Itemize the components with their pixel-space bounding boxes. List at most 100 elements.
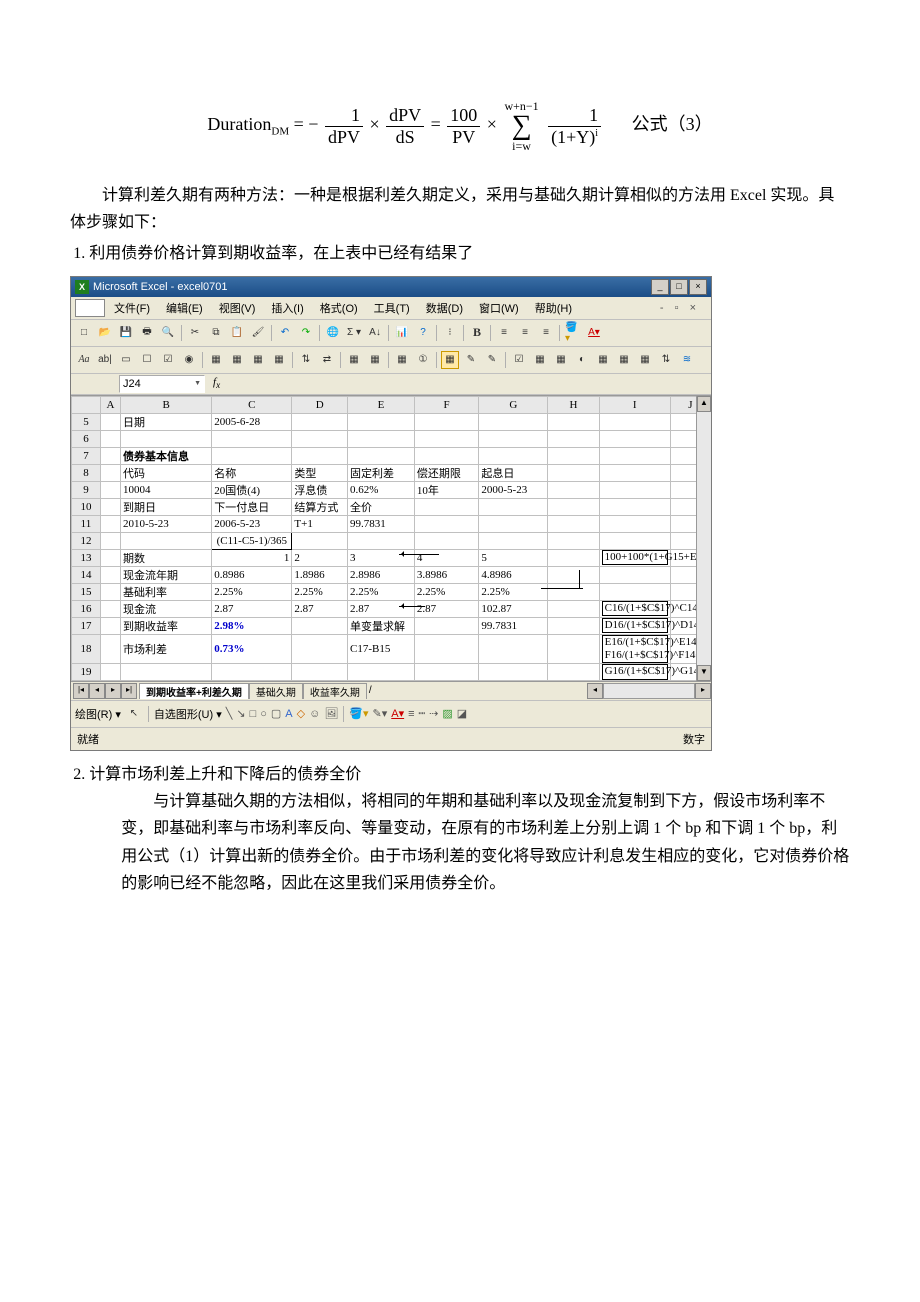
cell[interactable] bbox=[120, 532, 211, 549]
cell[interactable] bbox=[100, 498, 120, 515]
oval-icon[interactable]: ○ bbox=[260, 708, 267, 720]
cell[interactable] bbox=[100, 464, 120, 481]
cell[interactable]: 2 bbox=[292, 549, 348, 566]
cell[interactable]: 4 bbox=[414, 549, 479, 566]
cell[interactable] bbox=[348, 663, 415, 680]
sort-asc-icon[interactable]: A↓ bbox=[366, 324, 384, 342]
cell[interactable]: 2.25% bbox=[414, 583, 479, 600]
cell[interactable] bbox=[548, 634, 599, 663]
cell[interactable] bbox=[292, 634, 348, 663]
cell[interactable]: 2.25% bbox=[479, 583, 548, 600]
menu-tools[interactable]: 工具(T) bbox=[367, 299, 417, 317]
menu-view[interactable]: 视图(V) bbox=[212, 299, 263, 317]
cell[interactable] bbox=[414, 634, 479, 663]
cell[interactable] bbox=[348, 447, 415, 464]
shadow-icon[interactable]: ▨ bbox=[442, 707, 452, 720]
cell[interactable] bbox=[212, 447, 292, 464]
cell[interactable] bbox=[548, 532, 599, 549]
cell[interactable] bbox=[100, 617, 120, 634]
cell[interactable] bbox=[414, 430, 479, 447]
cell[interactable] bbox=[479, 498, 548, 515]
cell[interactable] bbox=[599, 464, 670, 481]
cell[interactable] bbox=[479, 634, 548, 663]
cell[interactable] bbox=[548, 447, 599, 464]
wordart-icon[interactable]: A bbox=[285, 708, 292, 720]
cell[interactable] bbox=[548, 617, 599, 634]
cell[interactable]: 类型 bbox=[292, 464, 348, 481]
horiz-scrollbar[interactable]: ◂▸ bbox=[587, 684, 711, 698]
cell[interactable]: 起息日 bbox=[479, 464, 548, 481]
cell[interactable]: 2000-5-23 bbox=[479, 481, 548, 498]
cell[interactable] bbox=[120, 430, 211, 447]
preview-icon[interactable]: 🔍 bbox=[159, 324, 177, 342]
cell[interactable] bbox=[414, 498, 479, 515]
cell[interactable]: E16/(1+$C$17)^E14+ F16/(1+$C$17)^F14+ bbox=[599, 634, 670, 663]
cell[interactable] bbox=[414, 413, 479, 430]
font-color-icon[interactable]: A▾ bbox=[585, 324, 603, 342]
cell[interactable]: C17-B15 bbox=[348, 634, 415, 663]
help-icon[interactable]: ? bbox=[414, 324, 432, 342]
row-header[interactable]: 13 bbox=[72, 549, 101, 566]
col-header[interactable]: H bbox=[548, 396, 599, 413]
close-button[interactable]: × bbox=[689, 279, 707, 295]
cell[interactable]: 2.8986 bbox=[348, 566, 415, 583]
cell[interactable] bbox=[479, 663, 548, 680]
tab-first-icon[interactable]: |◂ bbox=[73, 683, 89, 699]
cell[interactable]: 现金流年期 bbox=[120, 566, 211, 583]
diagram-icon[interactable]: ◇ bbox=[297, 707, 305, 720]
maximize-button[interactable]: □ bbox=[670, 279, 688, 295]
line-icon[interactable]: ╲ bbox=[226, 707, 233, 720]
tab-last-icon[interactable]: ▸| bbox=[121, 683, 137, 699]
cell[interactable]: 10年 bbox=[414, 481, 479, 498]
doc-window-controls[interactable]: - ▫ × bbox=[653, 301, 707, 315]
cell[interactable] bbox=[548, 583, 599, 600]
menu-format[interactable]: 格式(O) bbox=[313, 299, 365, 317]
cell[interactable]: 期数 bbox=[120, 549, 211, 566]
autoshapes-menu[interactable]: 自选图形(U) ▾ bbox=[154, 706, 222, 722]
cell[interactable] bbox=[100, 663, 120, 680]
cell[interactable] bbox=[100, 600, 120, 617]
cell[interactable] bbox=[292, 430, 348, 447]
cell[interactable]: 浮息债 bbox=[292, 481, 348, 498]
cell[interactable] bbox=[292, 663, 348, 680]
cell[interactable]: 99.7831 bbox=[348, 515, 415, 532]
cell[interactable]: 10004 bbox=[120, 481, 211, 498]
row-header[interactable]: 5 bbox=[72, 413, 101, 430]
cell[interactable]: 20国债(4) bbox=[212, 481, 292, 498]
cell[interactable]: 100+100*(1+G15+E9) bbox=[599, 549, 670, 566]
cell[interactable] bbox=[292, 447, 348, 464]
menu-insert[interactable]: 插入(I) bbox=[264, 299, 310, 317]
row-header[interactable]: 15 bbox=[72, 583, 101, 600]
cell[interactable]: 基础利率 bbox=[120, 583, 211, 600]
draw-menu[interactable]: 绘图(R) ▾ bbox=[75, 706, 121, 722]
line-color-icon[interactable]: ✎▾ bbox=[373, 707, 388, 720]
redo-icon[interactable]: ↷ bbox=[297, 324, 315, 342]
cell[interactable] bbox=[548, 481, 599, 498]
rect-icon[interactable]: □ bbox=[250, 708, 257, 720]
tab-next-icon[interactable]: ▸ bbox=[105, 683, 121, 699]
cell[interactable] bbox=[292, 532, 348, 549]
undo-icon[interactable]: ↶ bbox=[276, 324, 294, 342]
cut-icon[interactable]: ✂ bbox=[186, 324, 204, 342]
cell[interactable]: 债券基本信息 bbox=[120, 447, 211, 464]
cell[interactable] bbox=[548, 464, 599, 481]
sheet-tab-3[interactable]: 收益率久期 bbox=[303, 683, 367, 699]
cell[interactable]: 2.25% bbox=[348, 583, 415, 600]
cell[interactable] bbox=[100, 481, 120, 498]
fx-icon[interactable]: fx bbox=[213, 376, 220, 390]
cell[interactable] bbox=[548, 413, 599, 430]
font-color-icon-2[interactable]: A▾ bbox=[391, 707, 404, 720]
row-header[interactable]: 18 bbox=[72, 634, 101, 663]
cell[interactable] bbox=[599, 515, 670, 532]
cell[interactable] bbox=[479, 515, 548, 532]
row-header[interactable]: 11 bbox=[72, 515, 101, 532]
cell[interactable] bbox=[100, 532, 120, 549]
row-header[interactable]: 12 bbox=[72, 532, 101, 549]
cell[interactable] bbox=[599, 481, 670, 498]
cell[interactable]: 0.8986 bbox=[212, 566, 292, 583]
col-header[interactable]: I bbox=[599, 396, 670, 413]
cell[interactable]: 到期日 bbox=[120, 498, 211, 515]
copy-icon[interactable]: ⧉ bbox=[207, 324, 225, 342]
cell[interactable] bbox=[414, 532, 479, 549]
cell[interactable] bbox=[414, 515, 479, 532]
